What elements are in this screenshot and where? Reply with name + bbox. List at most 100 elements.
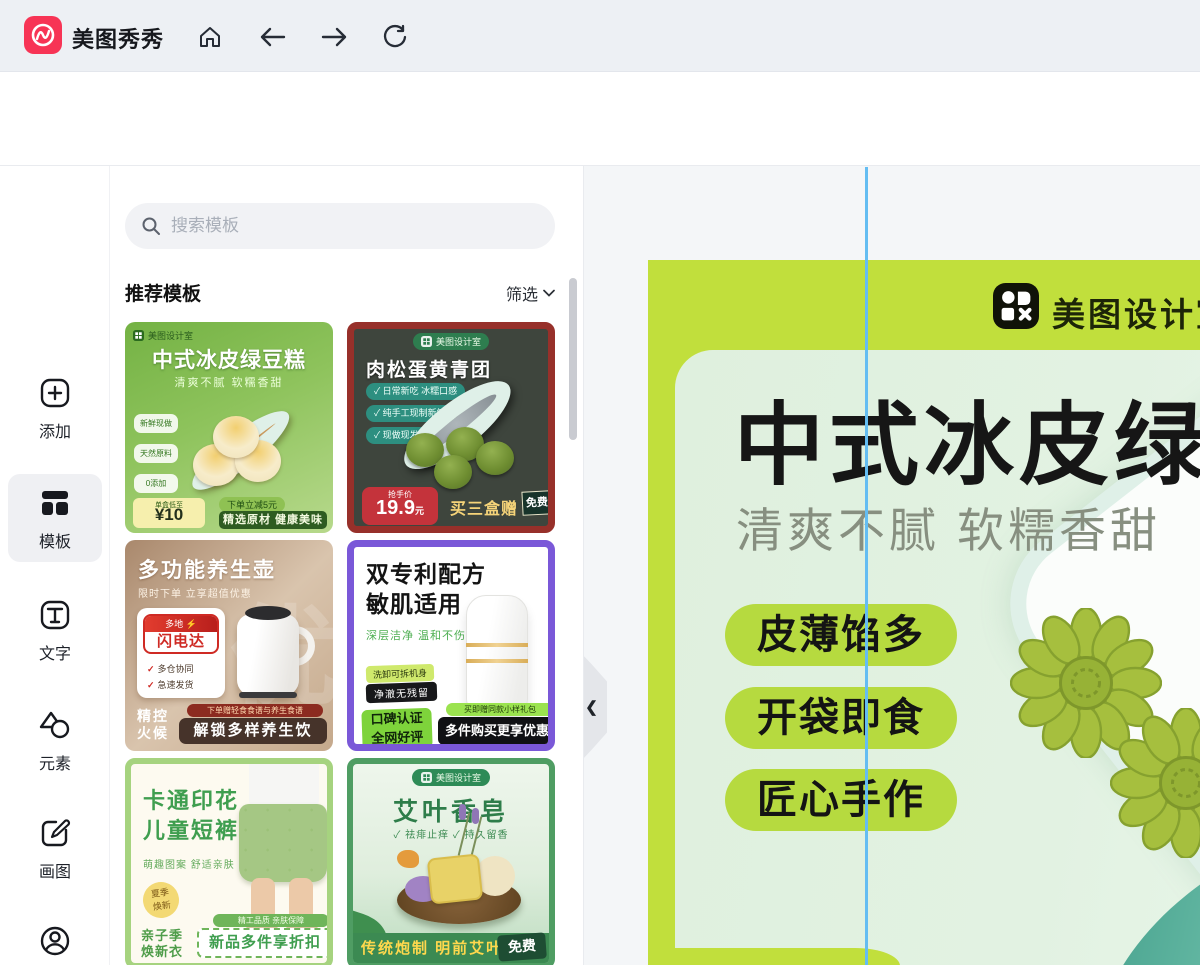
canvas-bottom-band bbox=[648, 948, 900, 965]
card-brand-badge: 美图设计室 bbox=[412, 333, 490, 350]
canvas-title-text[interactable]: 中式冰皮绿豆糕 bbox=[734, 372, 1200, 502]
price-badge: 单盒低至 ¥10 bbox=[133, 498, 205, 528]
sidebar-item-mine[interactable]: 我的 bbox=[8, 912, 102, 965]
design-logo-mini-icon bbox=[420, 336, 432, 347]
kettle-photo bbox=[237, 614, 299, 696]
home-button[interactable] bbox=[193, 20, 227, 54]
gift-ribbon: 下单赠轻食食谱与养生食谱 bbox=[187, 704, 323, 717]
template-card-soap[interactable]: 美图设计室 艾叶香皂 ✓ 祛痱止痒 ✓ 持久留香 传统炮制 明前艾叶 免费 bbox=[347, 758, 555, 965]
forward-arrow-icon bbox=[321, 27, 347, 47]
elements-icon bbox=[39, 711, 70, 739]
card-badge: 天然原料 bbox=[134, 444, 178, 463]
back-arrow-icon bbox=[260, 27, 286, 47]
chevron-left-icon: ❮ bbox=[585, 699, 598, 716]
meitu-logo[interactable] bbox=[24, 16, 62, 54]
card-badge: 0添加 bbox=[134, 474, 178, 493]
sidebar-item-add[interactable]: 添加 bbox=[8, 364, 102, 452]
home-icon bbox=[200, 27, 220, 47]
template-card-qingtuan[interactable]: 美图设计室 肉松蛋黄青团 ✓ 日常新吃 冰糯口感 ✓ 纯手工现制新鲜 ✓ 现做现… bbox=[347, 322, 555, 533]
panel-scrollbar[interactable] bbox=[569, 278, 577, 440]
review-stamp: 口碑认证 全网好评 bbox=[361, 707, 433, 744]
canvas-tag-pill[interactable]: 匠心手作 bbox=[725, 769, 957, 831]
sidebar-label-draw: 画图 bbox=[38, 864, 71, 881]
sidebar-label-text: 文字 bbox=[38, 646, 71, 663]
card-banner: 精选原材 健康美味 bbox=[219, 511, 327, 529]
card-badge: 净澈无残留 bbox=[365, 681, 438, 704]
sidebar-item-text[interactable]: 文字 bbox=[8, 586, 102, 674]
text-icon bbox=[40, 600, 70, 630]
section-title: 推荐模板 bbox=[125, 284, 202, 305]
promo-pill: 下单立减5元 bbox=[219, 497, 286, 512]
filter-chevron-icon bbox=[543, 289, 555, 297]
card-side-label: 精控 火候 bbox=[137, 708, 169, 741]
template-card-cleanser[interactable]: 双专利配方 敏肌适用 深层洁净 温和不伤肤 洗卸可拆机身 净澈无残留 口碑认证 全网… bbox=[347, 540, 555, 751]
promo-text: 买三盒赠 bbox=[450, 501, 519, 518]
templates-icon bbox=[42, 491, 68, 515]
card-badge: 新鲜现做 bbox=[134, 414, 178, 433]
card-title: 艾叶香皂 bbox=[392, 798, 509, 826]
card-banner: 传统炮制 明前艾叶 bbox=[361, 940, 504, 957]
design-logo-mini-icon bbox=[420, 772, 432, 783]
template-search-box[interactable] bbox=[125, 203, 555, 249]
card-title: 中式冰皮绿豆糕 bbox=[152, 349, 306, 372]
card-banner: 多件购买更享优惠 bbox=[438, 717, 548, 744]
cleanser-photo bbox=[466, 595, 528, 713]
templates-panel: 推荐模板 筛选 美图设计室 中式冰皮绿豆糕 清爽不腻 软糯香甜 新鲜现做 天然原… bbox=[110, 166, 584, 965]
card-feature: ✓ 日常新吃 冰糯口感 bbox=[366, 383, 466, 400]
search-input[interactable] bbox=[171, 216, 539, 236]
card-banner: 新品多件享折扣 bbox=[197, 928, 327, 958]
meitu-logo-icon bbox=[31, 23, 55, 47]
design-logo-mini-icon bbox=[133, 330, 144, 341]
sidebar-label-templates: 模板 bbox=[38, 534, 71, 551]
price-badge: 抢手价 19.9元 bbox=[362, 487, 438, 525]
feature-card: 多地 ⚡ 闪电达 ✓ 多仓协同 ✓ 急速发货 bbox=[137, 608, 225, 698]
add-icon bbox=[40, 378, 70, 408]
refresh-icon bbox=[383, 24, 407, 48]
sidebar-item-draw[interactable]: 画图 bbox=[8, 804, 102, 892]
template-card-kids-shorts[interactable]: 卡通印花 儿童短裤 萌趣图案 舒适亲肤 夏季 焕新 亲子季 焕新衣 精工品质 亲肤保障… bbox=[125, 758, 333, 965]
canvas-brand-logo bbox=[993, 283, 1039, 329]
filter-button[interactable]: 筛选 bbox=[506, 281, 555, 305]
back-button[interactable] bbox=[255, 20, 289, 54]
forward-button[interactable] bbox=[318, 20, 352, 54]
card-features: ✓ 祛痱止痒 ✓ 持久留香 bbox=[393, 830, 509, 841]
design-canvas[interactable]: 美图设计室 bbox=[648, 260, 1200, 965]
card-brand-badge: 美图设计室 bbox=[411, 769, 491, 786]
canvas-tag-pill[interactable]: 开袋即食 bbox=[725, 687, 957, 749]
mooncake-flower bbox=[1110, 708, 1200, 858]
sidebar-item-elements[interactable]: 元素 bbox=[8, 696, 102, 784]
card-title: 多功能养生壶 bbox=[138, 559, 276, 582]
profile-icon bbox=[40, 926, 70, 956]
card-title: 卡通印花 儿童短裤 bbox=[143, 788, 240, 843]
canvas-tag-pill[interactable]: 皮薄馅多 bbox=[725, 604, 957, 666]
card-subtitle: 深层洁净 温和不伤肤 bbox=[366, 630, 479, 642]
template-card-health-kettle[interactable]: 优 多功能养生壶 限时下单 立享超值优惠 多地 ⚡ 闪电达 ✓多仓协同 ✓急速发… bbox=[125, 540, 333, 751]
card-subtitle: 萌趣图案 舒适亲肤 bbox=[143, 860, 235, 871]
card-badge: 夏季 焕新 bbox=[140, 879, 182, 921]
browser-top-bar: 美图秀秀 bbox=[0, 0, 1200, 72]
left-rail: 添加 模板 文字 元素 画图 我 bbox=[0, 166, 110, 965]
guide-line[interactable] bbox=[865, 167, 868, 965]
card-title: 肉松蛋黄青团 bbox=[366, 360, 493, 381]
editor-toolbar: 美图设计室 文件 简约时尚风绿色食品类糕点... 保存 bbox=[0, 72, 1200, 213]
refresh-button[interactable] bbox=[378, 20, 412, 54]
canvas-brand-text: 美图设计室 bbox=[1052, 296, 1200, 333]
workspace: ❮ 美图设计室 bbox=[584, 166, 1200, 965]
card-side-label: 亲子季 焕新衣 bbox=[141, 928, 184, 959]
card-badge: 洗卸可拆机身 bbox=[365, 663, 435, 684]
quality-ribbon: 精工品质 亲肤保障 bbox=[213, 914, 327, 927]
card-feature: ✓ 多仓协同 bbox=[147, 664, 194, 674]
template-card-mungbean-cake[interactable]: 美图设计室 中式冰皮绿豆糕 清爽不腻 软糯香甜 新鲜现做 天然原料 0添加 单盒… bbox=[125, 322, 333, 533]
free-badge: 免费 bbox=[521, 490, 548, 516]
panel-collapse-handle[interactable]: ❮ bbox=[584, 654, 607, 760]
card-banner: 解锁多样养生饮 bbox=[179, 718, 327, 744]
card-subtitle: 清爽不腻 软糯香甜 bbox=[174, 377, 284, 389]
sidebar-item-templates[interactable]: 模板 bbox=[8, 474, 102, 562]
canvas-subtitle-text[interactable]: 清爽不腻 软糯香甜 bbox=[736, 492, 1161, 561]
flash-delivery-badge: 多地 ⚡ 闪电达 bbox=[143, 614, 219, 654]
sidebar-label-elements: 元素 bbox=[38, 756, 71, 773]
search-icon bbox=[142, 217, 160, 235]
gift-ribbon: 买即赠同款小样礼包 bbox=[446, 703, 548, 716]
app-name: 美图秀秀 bbox=[72, 27, 165, 52]
free-badge: 免费 bbox=[497, 932, 547, 962]
